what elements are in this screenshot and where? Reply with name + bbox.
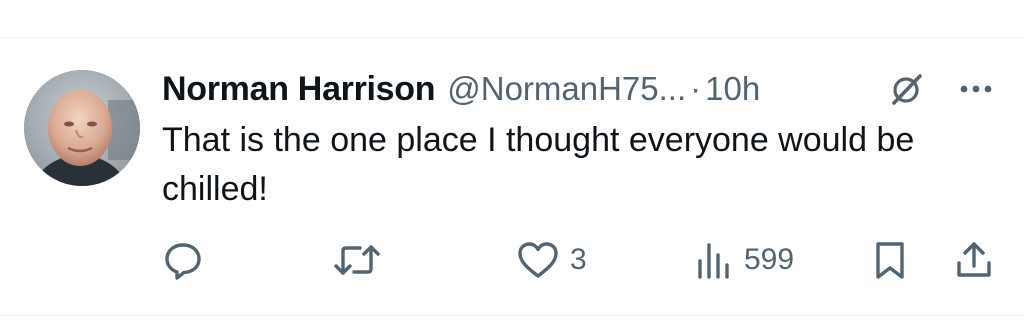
views-count: 599 — [744, 243, 795, 276]
more-options-button[interactable] — [952, 66, 1000, 112]
share-button[interactable] — [954, 232, 994, 288]
grok-button[interactable] — [884, 66, 930, 112]
retweet-icon — [334, 245, 380, 275]
tweet-header: Norman Harrison @NormanH75... · 10h — [162, 62, 760, 116]
reply-icon — [165, 243, 201, 280]
top-divider — [0, 37, 1024, 38]
bottom-divider — [0, 315, 1024, 316]
heart-icon — [518, 242, 558, 278]
avatar[interactable] — [24, 70, 140, 186]
share-icon — [957, 242, 991, 277]
views-button[interactable]: 599 — [694, 232, 794, 288]
like-button[interactable]: 3 — [516, 232, 587, 288]
tweet-page: Norman Harrison @NormanH75... · 10h That… — [0, 0, 1024, 326]
bookmark-icon — [876, 242, 904, 279]
bookmark-button[interactable] — [872, 232, 908, 288]
grok-icon — [892, 74, 922, 105]
separator-dot: · — [690, 70, 702, 107]
more-icon — [960, 85, 992, 93]
author-handle[interactable]: @NormanH75... — [447, 70, 686, 108]
views-icon — [698, 243, 729, 279]
author-name[interactable]: Norman Harrison — [162, 70, 436, 109]
timestamp[interactable]: 10h — [705, 70, 760, 108]
reply-button[interactable] — [162, 232, 214, 288]
tweet-actions: 3 599 — [0, 232, 1024, 288]
retweet-button[interactable] — [334, 232, 390, 288]
tweet-text: That is the one place I thought everyone… — [162, 121, 915, 208]
like-count: 3 — [570, 243, 587, 276]
